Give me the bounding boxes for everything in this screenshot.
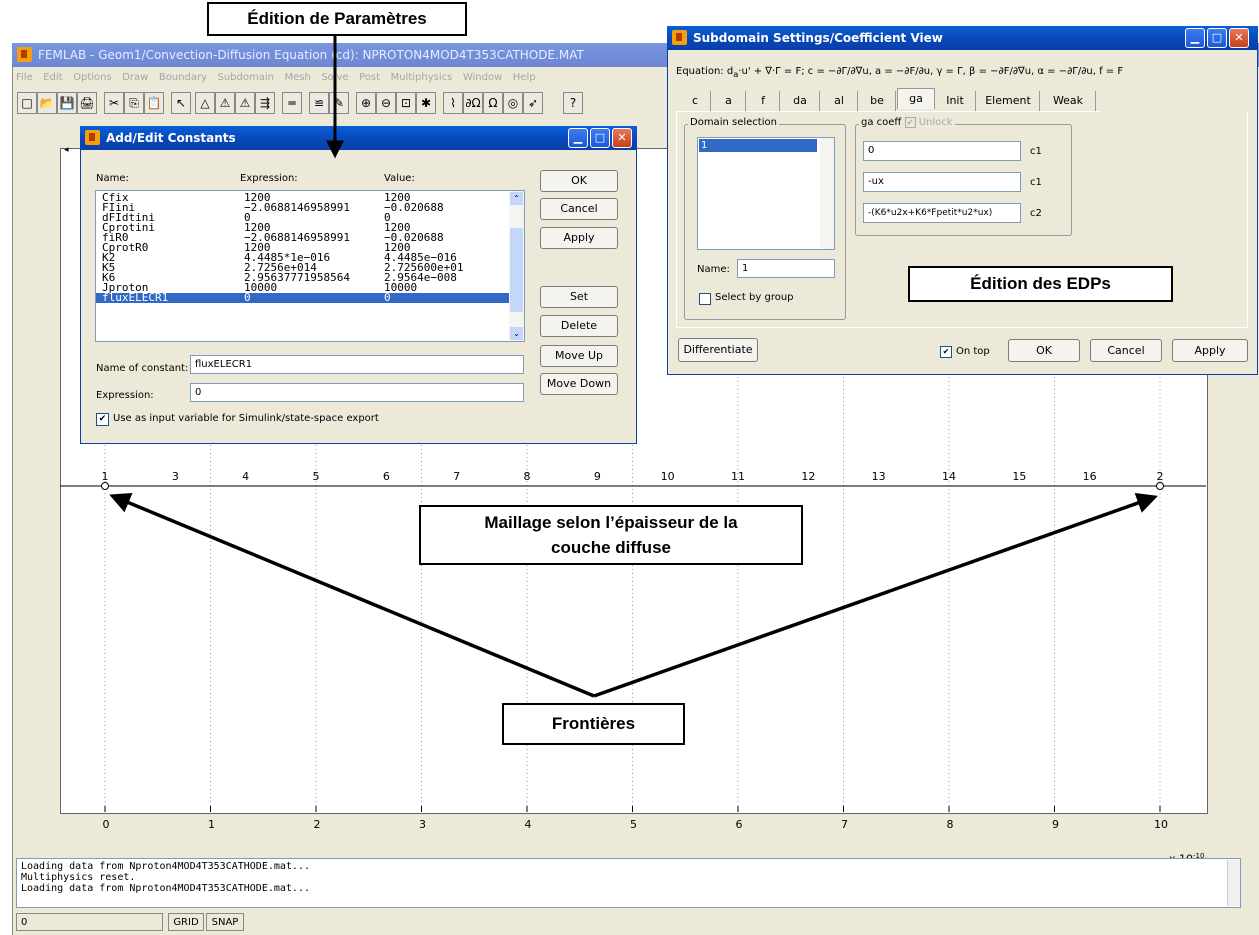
- arrow-frontiere-left: [109, 492, 595, 698]
- annotation-arrows: [109, 36, 1158, 698]
- arrow-frontiere-right: [593, 493, 1158, 698]
